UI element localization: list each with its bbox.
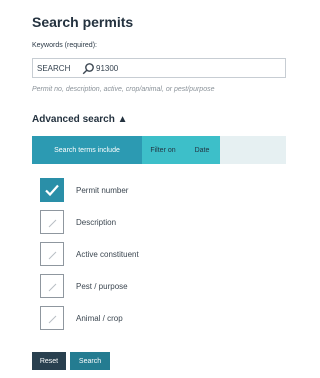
tab-filter-on[interactable]: Filter on [142, 136, 184, 164]
pencil-mark-icon [48, 219, 57, 228]
search-prefix-label: SEARCH [37, 64, 71, 73]
search-icon [81, 62, 95, 76]
pest-purpose-label: Pest / purpose [76, 282, 128, 291]
pencil-mark-icon [48, 251, 57, 260]
keywords-hint: Permit no, description, active, crop/ani… [32, 86, 215, 93]
reset-button[interactable]: Reset [32, 352, 66, 370]
permit-number-label: Permit number [76, 186, 129, 195]
search-button[interactable]: Search [70, 352, 110, 370]
tab-date[interactable]: Date [184, 136, 220, 164]
checkbox-row-description[interactable]: Description [40, 210, 200, 234]
pencil-mark-icon [48, 283, 57, 292]
active-constituent-checkbox[interactable] [40, 242, 64, 266]
tab-search-terms-include[interactable]: Search terms include [32, 136, 142, 164]
description-label: Description [76, 218, 117, 227]
checkbox-row-pest-purpose[interactable]: Pest / purpose [40, 274, 200, 298]
checkbox-row-active-constituent[interactable]: Active constituent [40, 242, 200, 266]
pest-purpose-checkbox[interactable] [40, 274, 64, 298]
description-checkbox[interactable] [40, 210, 64, 234]
animal-crop-checkbox[interactable] [40, 306, 64, 330]
keywords-value: 91300 [96, 64, 119, 73]
permit-number-checkbox[interactable] [40, 178, 64, 202]
keywords-search-input[interactable]: SEARCH 91300 [32, 58, 286, 78]
active-constituent-label: Active constituent [76, 250, 139, 259]
advanced-search-tabs: Search terms include Filter on Date [32, 136, 286, 164]
keywords-label: Keywords (required): [32, 42, 97, 49]
advanced-search-toggle[interactable]: Advanced search ▲ [32, 114, 128, 125]
pencil-mark-icon [48, 315, 57, 324]
checkbox-row-animal-crop[interactable]: Animal / crop [40, 306, 200, 330]
checkbox-row-permit-number[interactable]: Permit number [40, 178, 200, 202]
checkmark-icon [45, 184, 59, 197]
page-title: Search permits [32, 14, 134, 30]
animal-crop-label: Animal / crop [76, 314, 123, 323]
